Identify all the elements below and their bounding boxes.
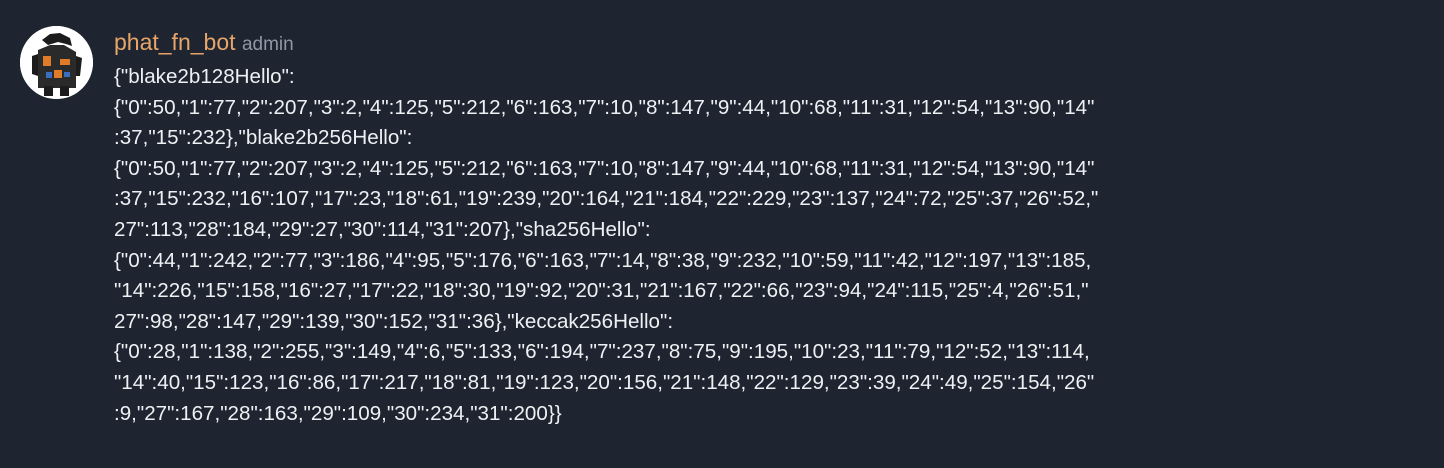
author-role-badge: admin xyxy=(241,34,294,55)
message-text-line: {"blake2b128Hello": xyxy=(114,65,295,88)
message-text-line: :37,"15":232,"16":107,"17":23,"18":61,"1… xyxy=(114,187,1099,211)
message-text-line: "14":40,"15":123,"16":86,"17":217,"18":8… xyxy=(114,370,1095,394)
message-text-line: "14":226,"15":158,"16":27,"17":22,"18":3… xyxy=(114,279,1089,303)
message-body: {"blake2b128Hello": {"0":50,"1":77,"2":20… xyxy=(114,62,1424,429)
message-text-line: 27":98,"28":147,"29":139,"30":152,"31":3… xyxy=(114,309,674,333)
bot-avatar-icon[interactable] xyxy=(20,26,93,99)
chat-message: phat_fn_bot admin {"blake2b128Hello": {"0… xyxy=(0,0,1444,468)
message-text-line: {"0":44,"1":242,"2":77,"3":186,"4":95,"5… xyxy=(114,248,1092,272)
message-text-line: :37,"15":232},"blake2b256Hello": xyxy=(114,126,413,150)
author-username[interactable]: phat_fn_bot xyxy=(114,29,236,55)
message-text-line: {"0":50,"1":77,"2":207,"3":2,"4":125,"5"… xyxy=(114,95,1095,119)
message-text-line: {"0":50,"1":77,"2":207,"3":2,"4":125,"5"… xyxy=(114,156,1095,180)
message-text-line: {"0":28,"1":138,"2":255,"3":149,"4":6,"5… xyxy=(114,340,1090,364)
message-text-line: :9,"27":167,"28":163,"29":109,"30":234,"… xyxy=(114,401,562,425)
message-header: phat_fn_bot admin xyxy=(114,29,294,56)
message-text-line: 27":113,"28":184,"29":27,"30":114,"31":2… xyxy=(114,217,651,241)
